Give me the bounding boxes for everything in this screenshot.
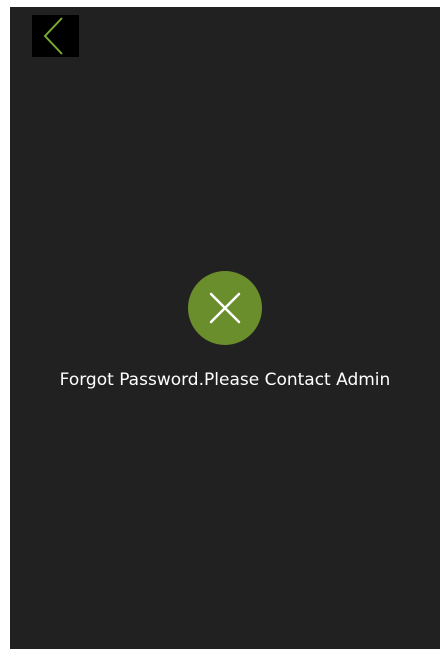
status-message: Forgot Password.Please Contact Admin xyxy=(59,370,391,390)
chevron-left-icon xyxy=(43,17,63,55)
close-icon xyxy=(209,292,241,324)
status-panel: Forgot Password.Please Contact Admin xyxy=(10,271,440,392)
back-button[interactable] xyxy=(32,15,79,57)
error-status-icon xyxy=(188,271,262,345)
screen: Forgot Password.Please Contact Admin xyxy=(10,7,440,649)
